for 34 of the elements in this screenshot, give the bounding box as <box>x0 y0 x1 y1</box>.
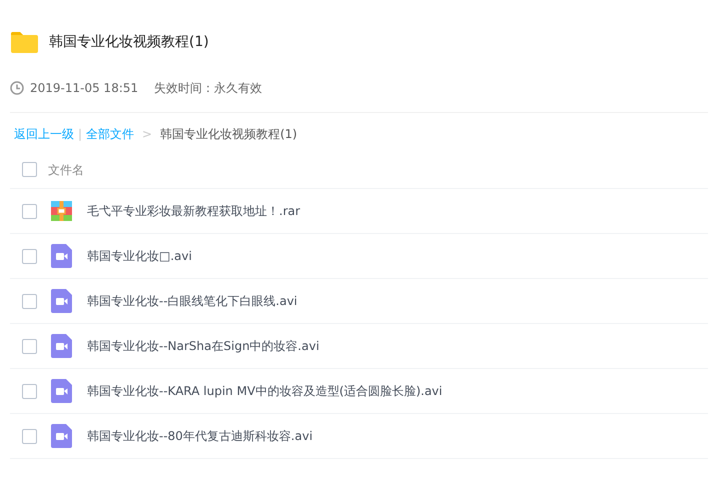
file-row[interactable]: 韩国专业化妆--NarSha在Sign中的妆容.avi <box>10 324 708 369</box>
file-row[interactable]: 毛弋平专业彩妆最新教程获取地址！.rar <box>10 189 708 234</box>
file-name: 韩国专业化妆--白眼线笔化下白眼线.avi <box>87 293 298 310</box>
checkbox[interactable] <box>22 248 37 264</box>
file-name: 韩国专业化妆--NarSha在Sign中的妆容.avi <box>87 338 320 355</box>
file-name: 韩国专业化妆--KARA lupin MV中的妆容及造型(适合圆脸长脸).avi <box>87 383 442 400</box>
checkbox[interactable] <box>22 338 37 354</box>
file-row[interactable]: 韩国专业化妆□.avi <box>10 234 708 279</box>
folder-title: 韩国专业化妆视频教程(1) <box>49 32 209 52</box>
breadcrumb-arrow: > <box>142 126 152 143</box>
checkbox[interactable] <box>22 162 37 177</box>
clock-icon <box>10 81 24 95</box>
expiry-text: 失效时间：永久有效 <box>154 80 262 97</box>
checkbox[interactable] <box>22 204 37 218</box>
file-name: 韩国专业化妆□.avi <box>87 248 192 265</box>
checkbox[interactable] <box>22 384 37 398</box>
folder-icon <box>11 32 38 52</box>
checkbox[interactable] <box>22 294 37 308</box>
video-file-icon <box>51 424 72 448</box>
video-file-icon <box>51 289 72 313</box>
file-name: 韩国专业化妆--80年代复古迪斯科妆容.avi <box>87 428 313 445</box>
column-header: 文件名 <box>48 162 84 178</box>
video-file-icon <box>51 334 72 358</box>
share-date: 2019-11-05 18:51 <box>30 80 138 97</box>
file-row[interactable]: 韩国专业化妆--KARA lupin MV中的妆容及造型(适合圆脸长脸).avi <box>10 369 708 414</box>
archive-icon <box>51 201 72 221</box>
checkbox[interactable] <box>22 428 37 444</box>
video-file-icon <box>51 379 72 403</box>
current-folder: 韩国专业化妆视频教程(1) <box>160 126 298 143</box>
file-name: 毛弋平专业彩妆最新教程获取地址！.rar <box>87 203 300 220</box>
file-row[interactable]: 韩国专业化妆--白眼线笔化下白眼线.avi <box>10 279 708 324</box>
file-row[interactable]: 韩国专业化妆--80年代复古迪斯科妆容.avi <box>10 414 708 459</box>
separator-text: | <box>78 126 82 143</box>
video-file-icon <box>51 244 72 268</box>
